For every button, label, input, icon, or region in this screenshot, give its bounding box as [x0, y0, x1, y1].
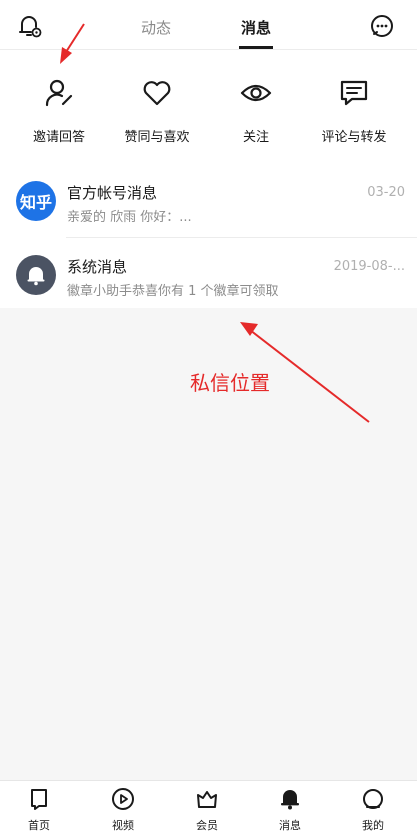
nav-video[interactable]: 视频 [93, 787, 153, 833]
list-item-system[interactable]: 系统消息 徽章小助手恭喜你有 1 个徽章可领取 2019-08-... [0, 238, 417, 312]
comments-button[interactable]: 评论与转发 [302, 76, 406, 145]
nav-messages[interactable]: 消息 [260, 787, 320, 833]
heart-icon [143, 81, 171, 106]
nav-label: 视频 [112, 819, 134, 832]
list-item-official[interactable]: 知乎 官方帐号消息 亲爱的 欣雨 你好：... 03-20 [0, 164, 417, 238]
active-tab-indicator [239, 46, 273, 49]
chat-bubble-icon[interactable] [369, 13, 395, 39]
message-preview: 徽章小助手恭喜你有 1 个徽章可领取 [67, 284, 279, 299]
nav-label: 我的 [362, 819, 384, 832]
nav-label: 首页 [28, 819, 50, 832]
arrow-head-middle [240, 322, 258, 336]
quick-actions: 邀请回答 赞同与喜欢 关注 评论与转发 [0, 50, 417, 160]
message-list: 知乎 官方帐号消息 亲爱的 欣雨 你好：... 03-20 系统消息 徽章小助手… [0, 160, 417, 308]
comment-icon [340, 80, 368, 106]
message-time: 03-20 [367, 185, 405, 200]
follow-button[interactable]: 关注 [204, 76, 308, 145]
bottom-nav: 首页 视频 会员 消息 我的 [0, 780, 417, 838]
nav-label: 会员 [196, 819, 218, 832]
quick-action-label: 邀请回答 [32, 130, 85, 145]
invite-answer-button[interactable]: 邀请回答 [7, 76, 111, 145]
quick-action-label: 关注 [242, 130, 269, 145]
tab-xiaoxi[interactable]: 消息 [226, 17, 286, 38]
system-avatar [16, 255, 56, 295]
tab-dongtai[interactable]: 动态 [126, 17, 186, 38]
bell-settings-icon[interactable] [17, 13, 43, 39]
play-icon [112, 788, 134, 810]
nav-label: 消息 [279, 819, 301, 832]
zhihu-avatar: 知乎 [16, 181, 56, 221]
profile-icon [363, 789, 383, 809]
message-title: 系统消息 [67, 258, 128, 276]
nav-home[interactable]: 首页 [9, 787, 69, 833]
bell-icon [27, 267, 45, 286]
nav-member[interactable]: 会员 [177, 787, 237, 833]
bookmark-icon [31, 789, 47, 810]
likes-button[interactable]: 赞同与喜欢 [105, 76, 209, 145]
user-edit-icon [45, 79, 73, 107]
quick-action-label: 评论与转发 [321, 130, 387, 145]
message-time: 2019-08-... [333, 259, 405, 274]
top-header: 动态 消息 [0, 0, 417, 50]
quick-action-label: 赞同与喜欢 [124, 130, 190, 145]
eye-icon [240, 84, 272, 102]
annotation-label: 私信位置 [190, 371, 270, 395]
bell-icon [281, 790, 299, 810]
nav-mine[interactable]: 我的 [343, 787, 403, 833]
crown-icon [197, 791, 217, 808]
page: 动态 消息 邀请回答 赞同与喜欢 关注 评论与转发 知乎 官方帐号消息 亲爱的 … [0, 0, 417, 838]
message-preview: 亲爱的 欣雨 你好：... [67, 210, 192, 225]
message-title: 官方帐号消息 [67, 184, 158, 202]
